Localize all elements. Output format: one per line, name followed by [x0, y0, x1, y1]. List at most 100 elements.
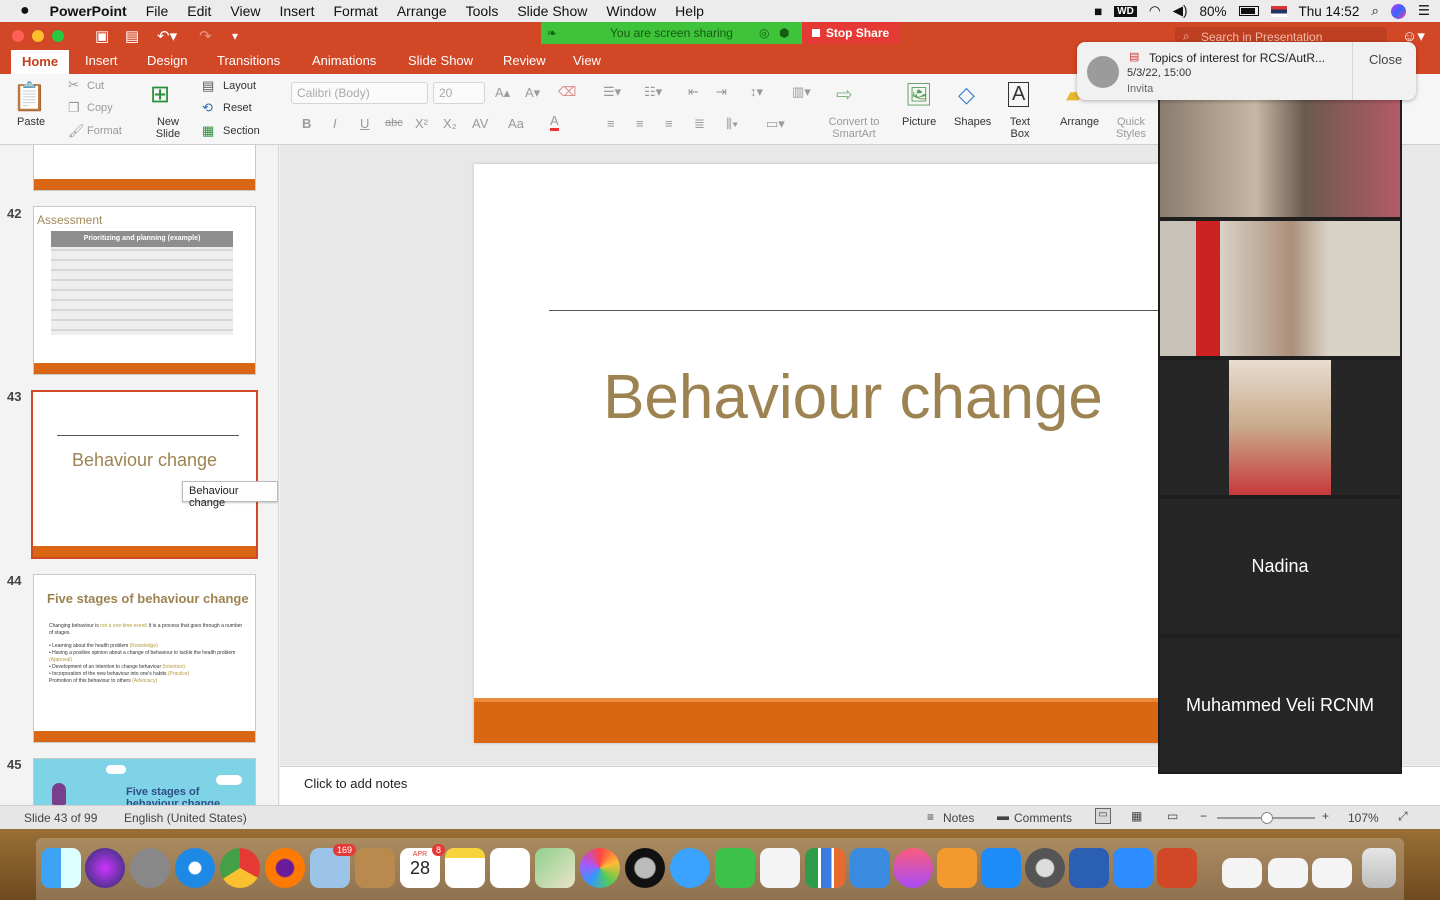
- zoom-in-icon[interactable]: +: [1322, 809, 1329, 823]
- menu-tools[interactable]: Tools: [466, 3, 499, 19]
- contacts-icon[interactable]: [355, 848, 395, 888]
- system-preferences-icon[interactable]: [1025, 848, 1065, 888]
- columns-icon[interactable]: ▥▾: [792, 84, 811, 100]
- camera-status-icon[interactable]: ■: [1094, 4, 1102, 19]
- notes-toggle[interactable]: Notes: [943, 811, 974, 825]
- slide-thumbnail-45[interactable]: Five stages of behaviour change: [33, 758, 256, 805]
- clear-format-icon[interactable]: ⌫: [558, 84, 576, 100]
- numbering-icon[interactable]: ☷▾: [644, 84, 662, 100]
- menu-file[interactable]: File: [146, 3, 169, 19]
- slide-title[interactable]: Behaviour change: [474, 362, 1232, 433]
- smartart-icon[interactable]: ⇨: [836, 82, 853, 107]
- quick-styles-button[interactable]: Quick Styles: [1115, 116, 1147, 140]
- firefox-icon[interactable]: [265, 848, 305, 888]
- char-spacing-icon[interactable]: AV: [472, 116, 488, 131]
- slide-thumbnail-44[interactable]: Five stages of behaviour change Changing…: [33, 574, 256, 743]
- menu-insert[interactable]: Insert: [279, 3, 314, 19]
- numbers-icon[interactable]: [805, 848, 845, 888]
- wd-drive-icon[interactable]: WD: [1114, 5, 1137, 17]
- slide-thumbnail-41[interactable]: [33, 145, 256, 191]
- reading-view-icon[interactable]: ▭: [1167, 809, 1178, 823]
- save-icon[interactable]: ▤: [125, 27, 139, 45]
- downloads-stack-icon[interactable]: [1268, 858, 1308, 888]
- tab-slideshow[interactable]: Slide Show: [408, 53, 473, 68]
- keynote-icon[interactable]: [850, 848, 890, 888]
- minimize-window-button[interactable]: [32, 30, 44, 42]
- bold-icon[interactable]: B: [302, 116, 311, 131]
- textbox-icon[interactable]: A: [1008, 82, 1030, 107]
- shield-icon[interactable]: ⬢: [779, 26, 789, 40]
- participant-video-1[interactable]: [1160, 82, 1400, 217]
- subscript-icon[interactable]: X₂: [443, 116, 457, 131]
- wifi-icon[interactable]: ◠: [1149, 3, 1161, 19]
- customize-toolbar-icon[interactable]: ▾: [232, 29, 238, 43]
- music-icon[interactable]: [893, 848, 933, 888]
- tab-review[interactable]: Review: [503, 53, 546, 68]
- align-center-icon[interactable]: ≡: [636, 116, 644, 131]
- new-slide-button[interactable]: New Slide: [154, 116, 182, 140]
- normal-view-icon[interactable]: ▭: [1095, 808, 1111, 824]
- layout-button[interactable]: Layout: [223, 80, 256, 92]
- document-stack-icon[interactable]: [1222, 858, 1262, 888]
- align-text-icon[interactable]: ▭▾: [766, 116, 785, 132]
- sorter-view-icon[interactable]: ▦: [1131, 809, 1142, 823]
- font-name-select[interactable]: Calibri (Body): [291, 82, 428, 104]
- zoom-window-button[interactable]: [52, 30, 64, 42]
- line-spacing-icon[interactable]: ↕▾: [750, 84, 763, 100]
- menu-help[interactable]: Help: [675, 3, 704, 19]
- section-icon[interactable]: ▦: [202, 123, 214, 139]
- paste-button[interactable]: Paste: [17, 116, 45, 128]
- zoom-level[interactable]: 107%: [1348, 811, 1379, 825]
- facetime-icon[interactable]: [715, 848, 755, 888]
- battery-icon[interactable]: [1238, 6, 1259, 16]
- language-indicator[interactable]: English (United States): [124, 811, 247, 825]
- screenshots-stack-icon[interactable]: [1312, 858, 1352, 888]
- stop-share-button[interactable]: Stop Share: [802, 22, 899, 44]
- quicktime-icon[interactable]: [625, 848, 665, 888]
- shapes-button[interactable]: Shapes: [954, 116, 991, 128]
- siri-app-icon[interactable]: [85, 848, 125, 888]
- tab-view[interactable]: View: [573, 53, 601, 68]
- italic-icon[interactable]: I: [333, 116, 337, 131]
- participant-tile-nadina[interactable]: Nadina: [1160, 499, 1400, 634]
- tab-home[interactable]: Home: [11, 50, 69, 74]
- siri-icon[interactable]: [1390, 3, 1406, 19]
- notes-app-icon[interactable]: [445, 848, 485, 888]
- powerpoint-icon[interactable]: [1157, 848, 1197, 888]
- text-direction-icon[interactable]: ⫼▾: [726, 116, 738, 132]
- align-left-icon[interactable]: ≡: [607, 116, 615, 131]
- grow-font-icon[interactable]: A▴: [495, 85, 510, 101]
- format-painter-button[interactable]: Format: [87, 125, 122, 137]
- textbox-button[interactable]: Text Box: [1008, 116, 1032, 140]
- increase-indent-icon[interactable]: ⇥: [716, 84, 727, 100]
- section-button[interactable]: Section: [223, 125, 260, 137]
- notification-center-icon[interactable]: ☰: [1418, 3, 1430, 19]
- input-flag-icon[interactable]: [1270, 5, 1287, 17]
- bullets-icon[interactable]: ☰▾: [603, 84, 621, 100]
- slide-thumbnail-42[interactable]: Assessment Prioritizing and planning (ex…: [33, 206, 256, 375]
- copy-button[interactable]: Copy: [87, 102, 113, 114]
- mail-app-icon[interactable]: 169: [310, 844, 356, 888]
- comments-icon[interactable]: ▬: [997, 809, 1009, 823]
- menu-arrange[interactable]: Arrange: [397, 3, 447, 19]
- battery-percent[interactable]: 80%: [1200, 4, 1227, 19]
- justify-icon[interactable]: ≣: [694, 116, 705, 132]
- reset-icon[interactable]: ⟲: [202, 100, 213, 116]
- messages-icon[interactable]: [670, 848, 710, 888]
- underline-icon[interactable]: U: [360, 116, 369, 131]
- pause-share-icon[interactable]: ◎: [759, 26, 769, 40]
- paste-icon[interactable]: 📋: [12, 80, 47, 113]
- cut-button[interactable]: Cut: [87, 80, 104, 92]
- participant-video-3[interactable]: [1160, 360, 1400, 495]
- align-right-icon[interactable]: ≡: [665, 116, 673, 131]
- font-color-icon[interactable]: A: [550, 114, 559, 131]
- current-slide[interactable]: Behaviour change: [474, 164, 1174, 743]
- menu-edit[interactable]: Edit: [187, 3, 211, 19]
- apple-icon[interactable]: ●: [20, 2, 30, 20]
- reminders-icon[interactable]: [490, 848, 530, 888]
- participant-video-2[interactable]: [1160, 221, 1400, 356]
- font-size-select[interactable]: 20: [433, 82, 485, 104]
- zoom-slider-thumb[interactable]: [1261, 812, 1273, 824]
- chrome-icon[interactable]: [220, 848, 260, 888]
- safari-icon[interactable]: [175, 848, 215, 888]
